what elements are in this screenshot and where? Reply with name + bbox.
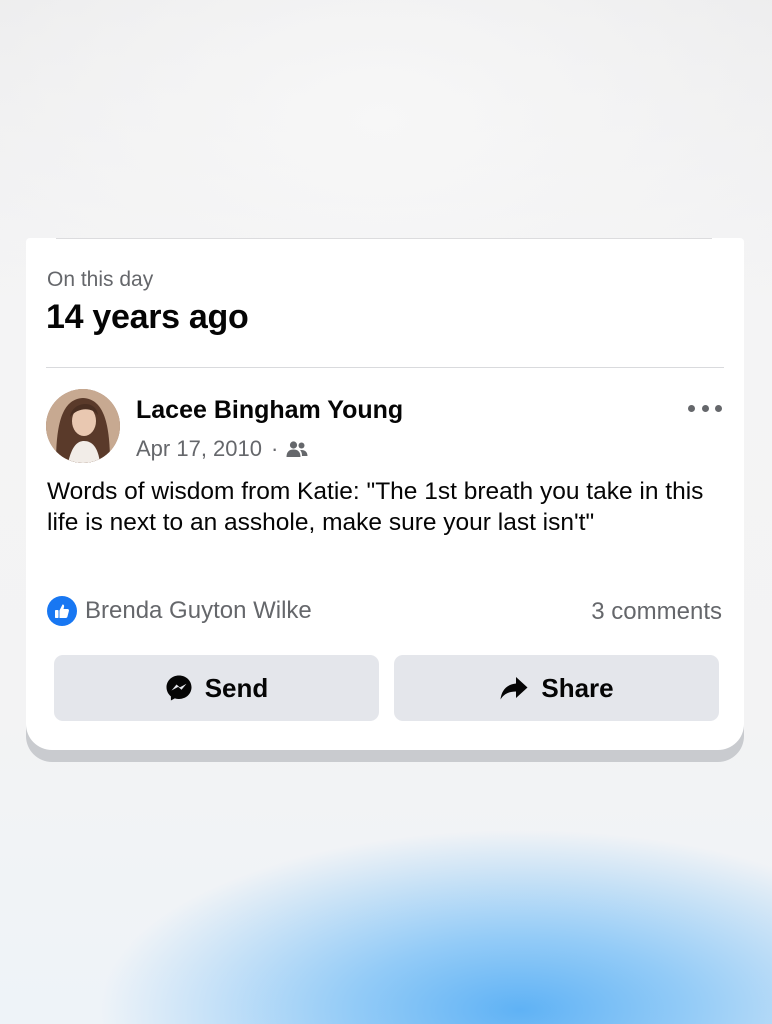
more-dot-icon xyxy=(701,404,709,412)
memory-headline: 14 years ago xyxy=(46,298,249,336)
post-meta: Apr 17, 2010 · xyxy=(136,436,308,462)
avatar[interactable] xyxy=(46,389,120,463)
post-author[interactable]: Lacee Bingham Young xyxy=(136,396,403,425)
like-icon xyxy=(47,596,77,626)
reactions-summary[interactable]: Brenda Guyton Wilke xyxy=(47,596,312,626)
header-divider xyxy=(46,367,724,368)
more-dot-icon xyxy=(715,404,722,412)
reactor-name: Brenda Guyton Wilke xyxy=(85,597,312,624)
more-options-button[interactable] xyxy=(688,396,722,420)
share-arrow-icon xyxy=(500,677,528,700)
send-button[interactable]: Send xyxy=(54,655,379,721)
share-label: Share xyxy=(541,672,614,703)
memory-eyebrow: On this day xyxy=(47,268,154,291)
messenger-icon xyxy=(166,675,192,701)
comments-count[interactable]: 3 comments xyxy=(591,598,722,626)
avatar-photo xyxy=(46,389,120,463)
friends-icon xyxy=(286,441,308,457)
send-label: Send xyxy=(204,672,269,703)
top-divider xyxy=(56,238,712,239)
memory-card: On this day 14 years ago Lacee Bingham Y… xyxy=(26,238,744,750)
more-dot-icon xyxy=(688,404,695,412)
share-button[interactable]: Share xyxy=(394,655,719,721)
post-date[interactable]: Apr 17, 2010 xyxy=(136,436,262,462)
post-text: Words of wisdom from Katie: "The 1st bre… xyxy=(47,478,704,536)
meta-separator: · xyxy=(270,436,279,461)
